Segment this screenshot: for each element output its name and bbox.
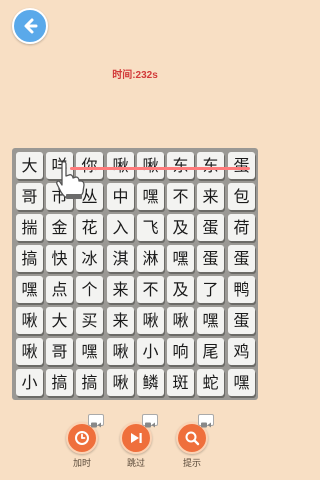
pointing-hand-icon <box>56 161 85 199</box>
letter-tile[interactable]: 买 <box>76 307 103 334</box>
letter-tile[interactable]: 冰 <box>76 245 103 272</box>
letter-tile[interactable]: 蛇 <box>197 369 224 396</box>
letter-tile[interactable]: 蛋 <box>228 152 255 179</box>
letter-tile[interactable]: 金 <box>46 214 73 241</box>
letter-tile[interactable]: 及 <box>167 276 194 303</box>
letter-tile[interactable]: 啾 <box>107 369 134 396</box>
letter-tile[interactable]: 尾 <box>197 338 224 365</box>
letter-tile[interactable]: 蛋 <box>228 307 255 334</box>
letter-tile[interactable]: 淇 <box>107 245 134 272</box>
letter-tile[interactable]: 嘿 <box>76 338 103 365</box>
letter-tile[interactable]: 鳞 <box>137 369 164 396</box>
letter-tile[interactable]: 来 <box>107 276 134 303</box>
letter-tile[interactable]: 响 <box>167 338 194 365</box>
letter-tile[interactable]: 揣 <box>16 214 43 241</box>
letter-tile[interactable]: 小 <box>137 338 164 365</box>
magnifier-icon <box>185 431 200 446</box>
letter-tile[interactable]: 不 <box>167 183 194 210</box>
letter-tile[interactable]: 蛋 <box>197 214 224 241</box>
letter-tile[interactable]: 东 <box>167 152 194 179</box>
letter-tile[interactable]: 搞 <box>16 245 43 272</box>
letter-tile[interactable]: 嘿 <box>197 307 224 334</box>
letter-tile[interactable]: 东 <box>197 152 224 179</box>
letter-tile[interactable]: 花 <box>76 214 103 241</box>
letter-tile[interactable]: 个 <box>76 276 103 303</box>
action-label: 加时 <box>72 459 91 469</box>
letter-tile[interactable]: 点 <box>46 276 73 303</box>
letter-tile[interactable]: 嘿 <box>228 369 255 396</box>
letter-tile[interactable]: 嘿 <box>167 245 194 272</box>
letter-tile[interactable]: 大 <box>46 307 73 334</box>
letter-tile[interactable]: 啾 <box>107 338 134 365</box>
letter-tile[interactable]: 啾 <box>137 152 164 179</box>
letter-tile[interactable]: 斑 <box>167 369 194 396</box>
letter-tile[interactable]: 啾 <box>16 338 43 365</box>
letter-tile[interactable]: 淋 <box>137 245 164 272</box>
letter-tile[interactable]: 蛋 <box>228 245 255 272</box>
letter-tile[interactable]: 啾 <box>107 152 134 179</box>
letter-tile[interactable]: 搞 <box>76 369 103 396</box>
video-ad-icon <box>88 414 104 428</box>
letter-tile[interactable]: 入 <box>107 214 134 241</box>
clock-icon <box>75 431 89 445</box>
video-ad-icon <box>198 414 214 428</box>
letter-tile[interactable]: 啾 <box>16 307 43 334</box>
letter-tile[interactable]: 飞 <box>137 214 164 241</box>
letter-tile[interactable]: 来 <box>107 307 134 334</box>
action-label: 提示 <box>182 459 201 469</box>
letter-tile[interactable]: 哥 <box>46 338 73 365</box>
letter-tile[interactable]: 小 <box>16 369 43 396</box>
letter-tile[interactable]: 大 <box>16 152 43 179</box>
letter-tile[interactable]: 哥 <box>16 183 43 210</box>
swipe-line <box>70 167 250 170</box>
letter-tile[interactable]: 了 <box>197 276 224 303</box>
letter-tile[interactable]: 快 <box>46 245 73 272</box>
letter-tile[interactable]: 嘿 <box>16 276 43 303</box>
letter-tile[interactable]: 啾 <box>167 307 194 334</box>
letter-tile[interactable]: 不 <box>137 276 164 303</box>
video-ad-icon <box>142 414 158 428</box>
timer-text: 时间:232s <box>112 70 158 81</box>
letter-tile[interactable]: 鸭 <box>228 276 255 303</box>
letter-tile[interactable]: 嘿 <box>137 183 164 210</box>
letter-tile[interactable]: 包 <box>228 183 255 210</box>
letter-tile[interactable]: 蛋 <box>197 245 224 272</box>
back-button[interactable] <box>12 8 48 44</box>
letter-tile[interactable]: 来 <box>197 183 224 210</box>
back-arrow-icon <box>24 18 38 34</box>
letter-tile[interactable]: 搞 <box>46 369 73 396</box>
letter-tile[interactable]: 及 <box>167 214 194 241</box>
letter-tile[interactable]: 中 <box>107 183 134 210</box>
letter-tile[interactable]: 鸡 <box>228 338 255 365</box>
letter-tile[interactable]: 啾 <box>137 307 164 334</box>
action-label: 跳过 <box>126 459 145 469</box>
letter-tile[interactable]: 荷 <box>228 214 255 241</box>
letter-grid: 大咩你啾啾东东蛋哥市丛中嘿不来包揣金花入飞及蛋荷搞快冰淇淋嘿蛋蛋嘿点个来不及了鸭… <box>12 148 258 400</box>
skip-icon <box>131 433 142 443</box>
